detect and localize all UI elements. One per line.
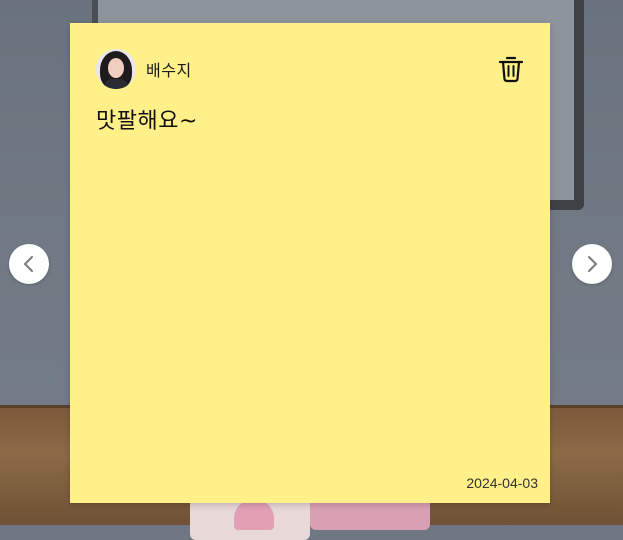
avatar-face [108, 58, 124, 78]
prev-button[interactable] [9, 244, 49, 284]
note-header: 배수지 [96, 49, 192, 89]
next-button[interactable] [572, 244, 612, 284]
avatar-shirt [104, 79, 128, 89]
chevron-left-icon [24, 256, 33, 272]
avatar [96, 49, 136, 89]
author-name: 배수지 [146, 61, 192, 80]
chevron-right-icon [588, 256, 597, 272]
delete-button[interactable] [498, 55, 524, 83]
note-content: 맛팔해요~ [96, 109, 198, 134]
trash-icon [498, 56, 524, 83]
note-date: 2024-04-03 [466, 475, 538, 491]
background-heart-shape [234, 500, 274, 530]
sticky-note: 배수지 맛팔해요~ 2024-04-03 [70, 23, 550, 503]
